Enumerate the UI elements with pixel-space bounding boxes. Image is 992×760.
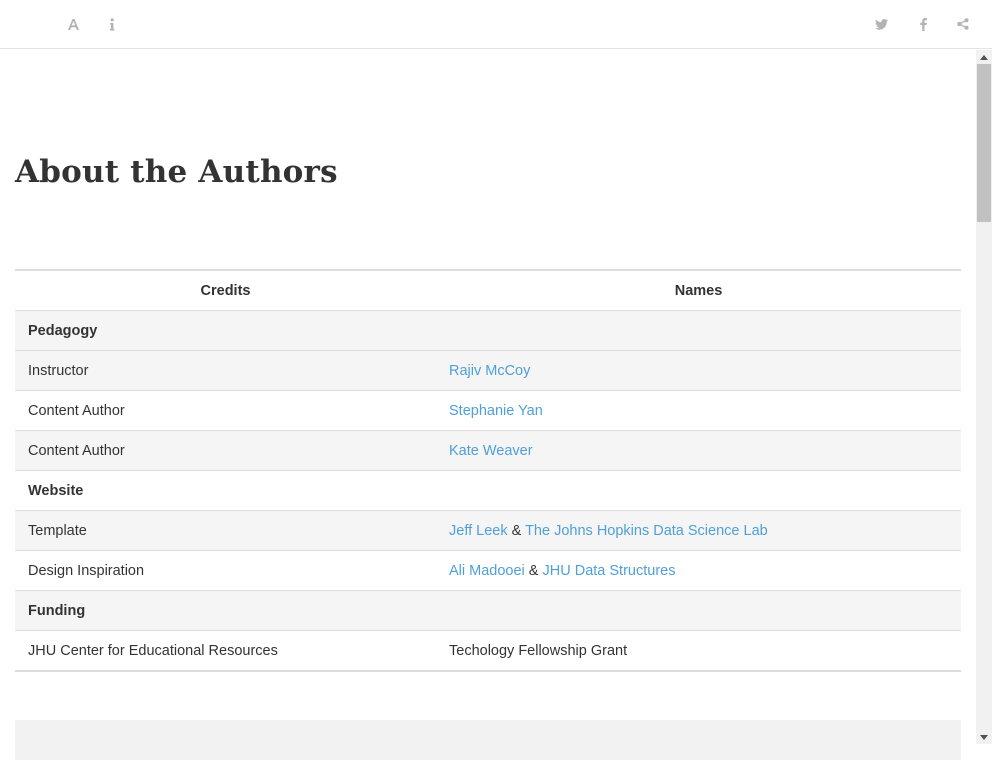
credit-role: Design Inspiration <box>15 550 436 591</box>
footer-block <box>15 720 961 760</box>
table-row: Content Author Kate Weaver <box>15 430 961 471</box>
org-link-jhu-data-science-lab[interactable]: The Johns Hopkins Data Science Lab <box>525 523 768 539</box>
author-link-ali-madooei[interactable]: Ali Madooei <box>449 563 525 579</box>
ampersand: & <box>511 522 522 539</box>
credit-role: Instructor <box>15 350 436 391</box>
page-title: About the Authors <box>15 154 338 190</box>
section-label-pedagogy: Pedagogy <box>15 310 436 351</box>
font-settings-icon[interactable] <box>63 14 83 34</box>
table-row: Funding <box>15 590 961 631</box>
author-link-rajiv-mccoy[interactable]: Rajiv McCoy <box>449 363 530 379</box>
table-row: JHU Center for Educational Resources Tec… <box>15 630 961 671</box>
scroll-down-arrow-icon[interactable] <box>976 730 992 744</box>
credit-role: Content Author <box>15 390 436 431</box>
credit-role: Template <box>15 510 436 551</box>
table-cell-empty <box>436 310 961 351</box>
table-row: Pedagogy <box>15 310 961 351</box>
scrollbar-thumb[interactable] <box>977 64 991 222</box>
names-cell: Kate Weaver <box>436 430 961 471</box>
twitter-icon[interactable] <box>871 14 891 34</box>
table-header-row: Credits Names <box>15 270 961 311</box>
names-cell: Rajiv McCoy <box>436 350 961 391</box>
section-label-website: Website <box>15 470 436 511</box>
vertical-scrollbar[interactable] <box>976 50 992 744</box>
facebook-icon[interactable] <box>913 14 933 34</box>
names-cell: Stephanie Yan <box>436 390 961 431</box>
names-cell: Ali Madooei & JHU Data Structures <box>436 550 961 591</box>
scroll-up-arrow-icon[interactable] <box>976 50 992 64</box>
table-cell-empty <box>436 590 961 631</box>
funding-name: Techology Fellowship Grant <box>436 630 961 671</box>
author-link-jeff-leek[interactable]: Jeff Leek <box>449 523 508 539</box>
credits-table: Credits Names Pedagogy Instructor Rajiv … <box>15 269 961 672</box>
table-row: Instructor Rajiv McCoy <box>15 350 961 391</box>
column-header-credits: Credits <box>15 270 436 311</box>
author-link-kate-weaver[interactable]: Kate Weaver <box>449 443 533 459</box>
table-row: Template Jeff Leek & The Johns Hopkins D… <box>15 510 961 551</box>
credit-role: JHU Center for Educational Resources <box>15 630 436 671</box>
table-row: Design Inspiration Ali Madooei & JHU Dat… <box>15 550 961 591</box>
org-link-jhu-data-structures[interactable]: JHU Data Structures <box>543 563 676 579</box>
author-link-stephanie-yan[interactable]: Stephanie Yan <box>449 403 543 419</box>
ampersand: & <box>528 562 539 579</box>
top-toolbar <box>0 0 992 49</box>
table-row: Content Author Stephanie Yan <box>15 390 961 431</box>
table-cell-empty <box>436 470 961 511</box>
credit-role: Content Author <box>15 430 436 471</box>
table-row: Website <box>15 470 961 511</box>
column-header-names: Names <box>436 270 961 311</box>
share-icon[interactable] <box>953 14 973 34</box>
info-icon[interactable] <box>102 14 122 34</box>
names-cell: Jeff Leek & The Johns Hopkins Data Scien… <box>436 510 961 551</box>
section-label-funding: Funding <box>15 590 436 631</box>
